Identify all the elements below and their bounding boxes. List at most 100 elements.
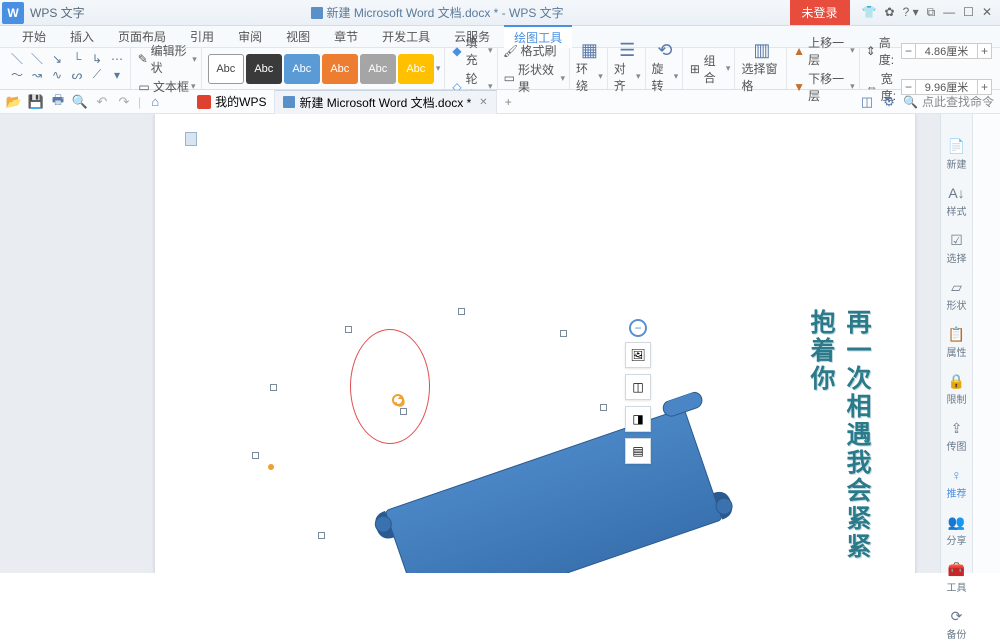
selection-handle[interactable]	[318, 532, 325, 539]
fill-button[interactable]: ◆填充▾	[451, 34, 492, 68]
selection-handle[interactable]	[560, 330, 567, 337]
sp-new[interactable]: 📄新建	[947, 138, 967, 171]
style-5[interactable]: Abc	[360, 54, 396, 84]
float-shadow-button[interactable]: ◨	[625, 406, 651, 432]
selection-handle[interactable]	[270, 384, 277, 391]
elbow-tool[interactable]: └	[68, 54, 86, 64]
selection-box[interactable]	[260, 324, 620, 554]
sp-property[interactable]: 📋属性	[947, 326, 967, 359]
selection-handle[interactable]	[458, 308, 465, 315]
style-6[interactable]: Abc	[398, 54, 434, 84]
wrap-button[interactable]: 环绕▾	[576, 60, 603, 94]
selection-handle[interactable]	[252, 452, 259, 459]
style-3[interactable]: Abc	[284, 54, 320, 84]
edit-shape-button[interactable]: ✎编辑形状▾	[137, 42, 197, 76]
float-style-button[interactable]: ▤	[625, 438, 651, 464]
app-logo: W	[2, 2, 24, 24]
height-plus[interactable]: +	[977, 44, 991, 58]
menu-view[interactable]: 视图	[276, 26, 320, 47]
tab-document-label: 新建 Microsoft Word 文档.docx *	[299, 94, 471, 111]
document-title: 新建 Microsoft Word 文档.docx * - WPS 文字	[85, 4, 790, 21]
more-lines-tool[interactable]: ⋯	[108, 54, 126, 64]
preview-icon[interactable]: 🔍	[72, 94, 88, 110]
menu-section[interactable]: 章节	[324, 26, 368, 47]
sp-upload[interactable]: ⇪传图	[947, 420, 967, 453]
sp-style[interactable]: A↓样式	[947, 185, 967, 218]
width-icon: ⇔	[866, 80, 878, 94]
maximize-icon[interactable]: ☐	[963, 5, 974, 20]
shape-styles-group: Abc Abc Abc Abc Abc Abc ▾	[204, 48, 446, 89]
menu-review[interactable]: 审阅	[228, 26, 272, 47]
send-backward-button[interactable]: ▼下移一层▾	[793, 70, 855, 104]
canvas-area[interactable]: − 🖼 ◫ ◨ ▤ 再一次相遇我会紧紧抱着你	[0, 114, 940, 573]
align-button[interactable]: 对齐▾	[614, 60, 641, 94]
collapse-float-button[interactable]: −	[629, 319, 647, 337]
styles-more[interactable]: ▾	[436, 63, 441, 74]
bring-forward-button[interactable]: ▲上移一层▾	[793, 34, 855, 68]
style-2[interactable]: Abc	[246, 54, 282, 84]
skin-icon[interactable]: 👕	[862, 5, 877, 20]
style-1[interactable]: Abc	[208, 54, 244, 84]
open-icon[interactable]: 📂	[6, 94, 22, 110]
selection-handle[interactable]	[600, 404, 607, 411]
float-fill-button[interactable]: 🖼	[625, 342, 651, 368]
line-tool[interactable]: ＼	[8, 54, 26, 64]
vertical-text-watermark: 再一次相遇我会紧紧抱着你	[803, 309, 875, 573]
help-icon[interactable]: ? ▾	[903, 5, 919, 20]
style-4[interactable]: Abc	[322, 54, 358, 84]
rotate-button[interactable]: 旋转▾	[652, 60, 679, 94]
select-pane-button[interactable]: 选择窗格	[741, 60, 782, 94]
nav-strip	[972, 114, 1000, 573]
text-box-button[interactable]: ▭文本框▾	[137, 78, 197, 95]
qat-tool2[interactable]: ⚙	[881, 94, 897, 110]
minimize-icon[interactable]: —	[943, 5, 955, 20]
share-icon: 👥	[949, 514, 965, 530]
sp-backup[interactable]: ⟳备份	[947, 608, 967, 641]
width-plus[interactable]: +	[977, 80, 991, 94]
format-painter-button[interactable]: 🖌格式刷	[504, 42, 566, 59]
tab-add-button[interactable]: +	[497, 95, 520, 109]
width-minus[interactable]: −	[902, 80, 916, 94]
sp-shape[interactable]: ▱形状	[947, 279, 967, 312]
tab-close-icon[interactable]: ✕	[479, 97, 487, 108]
menu-devtools[interactable]: 开发工具	[372, 26, 440, 47]
scribble-tool[interactable]: ᔕ	[68, 70, 86, 80]
doc-icon	[311, 7, 323, 19]
app-name: WPS 文字	[30, 4, 85, 21]
command-search[interactable]: 🔍点此查找命令	[903, 93, 994, 110]
sp-select[interactable]: ☑选择	[947, 232, 967, 265]
qat-tool1[interactable]: ◫	[859, 94, 875, 110]
curve-arrow-tool[interactable]: ↝	[28, 70, 46, 80]
tab-mywps[interactable]: 我的WPS	[189, 90, 275, 114]
undo-icon[interactable]: ↶	[94, 94, 110, 110]
line2-tool[interactable]: ＼	[28, 54, 46, 64]
sp-recommend[interactable]: ♀推荐	[947, 467, 967, 500]
curve-tool[interactable]: ～	[8, 70, 26, 80]
tab-document[interactable]: 新建 Microsoft Word 文档.docx * ✕	[275, 90, 496, 114]
save-icon[interactable]: 💾	[28, 94, 44, 110]
height-input[interactable]: − 4.86厘米 +	[901, 43, 992, 59]
selection-handle[interactable]	[345, 326, 352, 333]
connector-tool[interactable]: ⟋	[88, 70, 106, 80]
sp-limit[interactable]: 🔒限制	[947, 373, 967, 406]
print-icon[interactable]: 🖶	[50, 94, 66, 110]
config-icon[interactable]: ✿	[885, 5, 895, 20]
sp-tools[interactable]: 🧰工具	[947, 561, 967, 594]
login-button[interactable]: 未登录	[790, 0, 850, 25]
elbow-arrow-tool[interactable]: ↳	[88, 54, 106, 64]
float-outline-button[interactable]: ◫	[625, 374, 651, 400]
freeform-tool[interactable]: ∿	[48, 70, 66, 80]
menu-insert[interactable]: 插入	[60, 26, 104, 47]
arrow-tool[interactable]: ↘	[48, 54, 66, 64]
height-minus[interactable]: −	[902, 44, 916, 58]
group-button[interactable]: ⊞组合▾	[689, 52, 730, 86]
sp-share[interactable]: 👥分享	[947, 514, 967, 547]
shapes-dropdown[interactable]: ▾	[108, 70, 126, 80]
adjustment-handle[interactable]	[268, 464, 274, 470]
restore-icon[interactable]: ⧉	[927, 5, 936, 20]
redo-icon[interactable]: ↷	[116, 94, 132, 110]
menu-start[interactable]: 开始	[12, 26, 56, 47]
home-wps-icon[interactable]: ⌂	[147, 94, 163, 110]
close-icon[interactable]: ✕	[982, 5, 992, 20]
height-value[interactable]: 4.86厘米	[919, 43, 974, 59]
